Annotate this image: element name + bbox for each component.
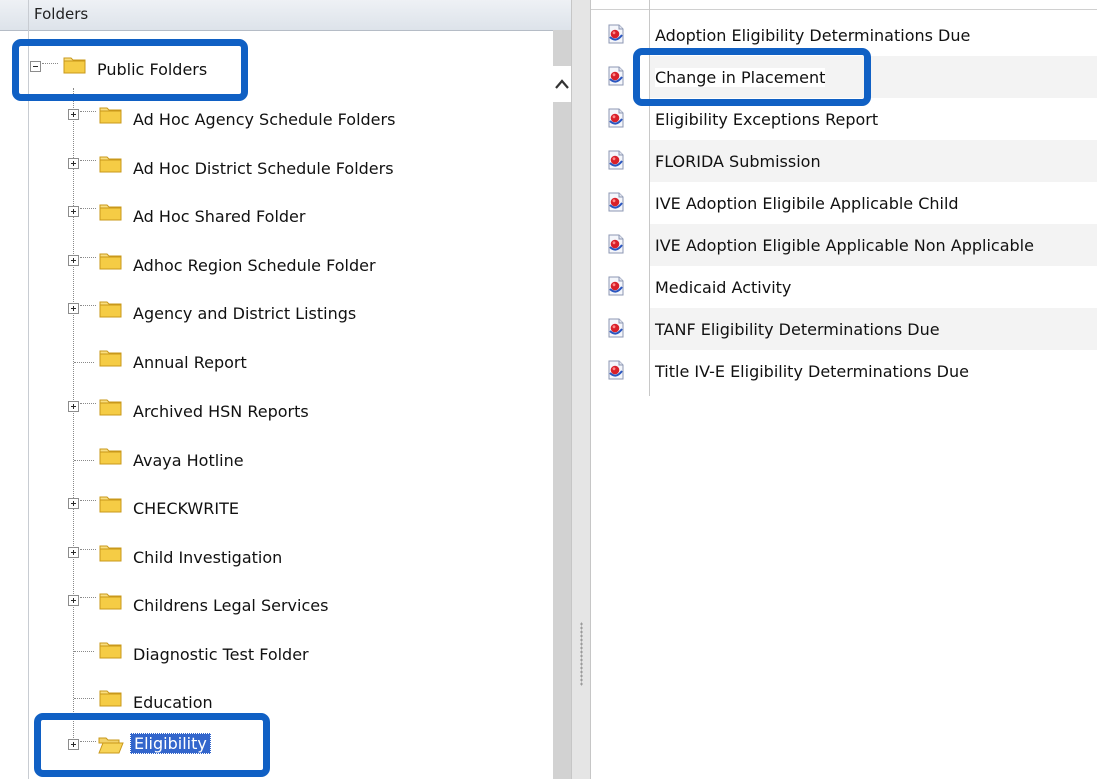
- report-label: IVE Adoption Eligible Applicable Non App…: [655, 236, 1034, 255]
- report-document-icon: [607, 66, 625, 86]
- expand-toggle-icon[interactable]: [68, 303, 79, 314]
- expand-toggle-icon[interactable]: [68, 498, 79, 509]
- expand-toggle-icon[interactable]: [68, 401, 79, 412]
- tree-item[interactable]: Annual Report: [68, 348, 548, 378]
- report-document-icon: [607, 318, 625, 338]
- report-document-icon: [607, 192, 625, 212]
- tree-label: Ad Hoc Agency Schedule Folders: [133, 110, 396, 129]
- folder-icon: [99, 251, 123, 270]
- expand-toggle-icon[interactable]: [68, 255, 79, 266]
- tree-connector: [80, 500, 96, 501]
- report-label: IVE Adoption Eligibile Applicable Child: [655, 194, 959, 213]
- reports-pane: Adoption Eligibility Determinations Due …: [591, 0, 1097, 779]
- expand-toggle-icon[interactable]: [68, 109, 79, 120]
- tree-connector: [80, 305, 96, 306]
- folders-pane-header: Folders: [0, 0, 571, 31]
- folder-icon: [99, 299, 123, 318]
- tree-item[interactable]: Child Investigation: [68, 543, 548, 573]
- report-row[interactable]: Medicaid Activity: [591, 266, 1097, 308]
- folder-icon: [99, 202, 123, 221]
- report-row[interactable]: Title IV-E Eligibility Determinations Du…: [591, 350, 1097, 392]
- highlight-callout-public-folders: [12, 39, 248, 101]
- report-label: TANF Eligibility Determinations Due: [655, 320, 940, 339]
- icon-cell: [591, 140, 649, 182]
- tree-connector: [80, 111, 96, 112]
- tree-item[interactable]: Archived HSN Reports: [68, 397, 548, 427]
- tree-item[interactable]: Adhoc Region Schedule Folder: [68, 251, 548, 281]
- tree-item[interactable]: Agency and District Listings: [68, 299, 548, 329]
- report-document-icon: [607, 108, 625, 128]
- icon-cell: [591, 266, 649, 308]
- folder-icon: [99, 494, 123, 513]
- tree-connector: [80, 160, 96, 161]
- folder-icon: [99, 154, 123, 173]
- icon-cell: [591, 224, 649, 266]
- report-row[interactable]: IVE Adoption Eligible Applicable Non App…: [591, 224, 1097, 266]
- tree-label: Childrens Legal Services: [133, 596, 329, 615]
- tree-connector: [80, 597, 96, 598]
- report-document-icon: [607, 276, 625, 296]
- tree-item[interactable]: Avaya Hotline: [68, 446, 548, 476]
- chevron-up-icon: [555, 79, 569, 89]
- folder-icon: [99, 640, 123, 659]
- expand-toggle-icon[interactable]: [68, 158, 79, 169]
- pane-left-border: [28, 0, 29, 779]
- tree-label: Diagnostic Test Folder: [133, 645, 309, 664]
- report-row[interactable]: FLORIDA Submission: [591, 140, 1097, 182]
- report-label: Adoption Eligibility Determinations Due: [655, 26, 971, 45]
- expand-toggle-icon[interactable]: [68, 206, 79, 217]
- report-label: Medicaid Activity: [655, 278, 792, 297]
- tree-label: Adhoc Region Schedule Folder: [133, 256, 376, 275]
- folders-header-label: Folders: [34, 5, 89, 23]
- report-label: Eligibility Exceptions Report: [655, 110, 879, 129]
- tree-connector: [80, 208, 96, 209]
- icon-cell: [591, 182, 649, 224]
- tree-label: Archived HSN Reports: [133, 402, 309, 421]
- report-label: FLORIDA Submission: [655, 152, 821, 171]
- report-document-icon: [607, 360, 625, 380]
- icon-cell: [591, 350, 649, 392]
- tree-item[interactable]: Ad Hoc District Schedule Folders: [68, 154, 548, 184]
- reports-top-border: [591, 9, 1097, 10]
- report-row[interactable]: TANF Eligibility Determinations Due: [591, 308, 1097, 350]
- expand-toggle-icon[interactable]: [68, 595, 79, 606]
- icon-cell: [591, 308, 649, 350]
- report-row[interactable]: IVE Adoption Eligibile Applicable Child: [591, 182, 1097, 224]
- expand-toggle-icon[interactable]: [68, 547, 79, 558]
- folder-icon: [99, 688, 123, 707]
- tree-item[interactable]: Diagnostic Test Folder: [68, 640, 548, 670]
- tree-connector: [80, 257, 96, 258]
- report-document-icon: [607, 150, 625, 170]
- tree-label: Ad Hoc Shared Folder: [133, 207, 306, 226]
- highlight-callout-change-in-placement: [633, 48, 871, 106]
- folders-pane: Folders Public Folders Ad Hoc Agency Sch…: [0, 0, 571, 779]
- report-document-icon: [607, 234, 625, 254]
- tree-label: CHECKWRITE: [133, 499, 239, 518]
- splitter-grip-handle[interactable]: [580, 622, 583, 686]
- tree-item[interactable]: Childrens Legal Services: [68, 591, 548, 621]
- folder-icon: [99, 348, 123, 367]
- folder-icon: [99, 105, 123, 124]
- tree-connector: [80, 403, 96, 404]
- folder-icon: [99, 543, 123, 562]
- tree-connector: [80, 549, 96, 550]
- folder-icon: [99, 446, 123, 465]
- folder-icon: [99, 591, 123, 610]
- tree-label: Education: [133, 693, 213, 712]
- pane-splitter[interactable]: [571, 0, 591, 779]
- tree-label: Avaya Hotline: [133, 451, 244, 470]
- vertical-scrollbar[interactable]: [553, 30, 571, 779]
- highlight-callout-eligibility: [34, 713, 270, 777]
- tree-item[interactable]: Ad Hoc Shared Folder: [68, 202, 548, 232]
- tree-label: Agency and District Listings: [133, 304, 357, 323]
- scroll-up-button[interactable]: [553, 66, 571, 102]
- tree-label: Child Investigation: [133, 548, 283, 567]
- report-label: Title IV-E Eligibility Determinations Du…: [655, 362, 969, 381]
- tree-label: Ad Hoc District Schedule Folders: [133, 159, 394, 178]
- report-document-icon: [607, 24, 625, 44]
- folder-icon: [99, 397, 123, 416]
- tree-label: Annual Report: [133, 353, 247, 372]
- tree-item[interactable]: CHECKWRITE: [68, 494, 548, 524]
- tree-item[interactable]: Ad Hoc Agency Schedule Folders: [68, 105, 548, 135]
